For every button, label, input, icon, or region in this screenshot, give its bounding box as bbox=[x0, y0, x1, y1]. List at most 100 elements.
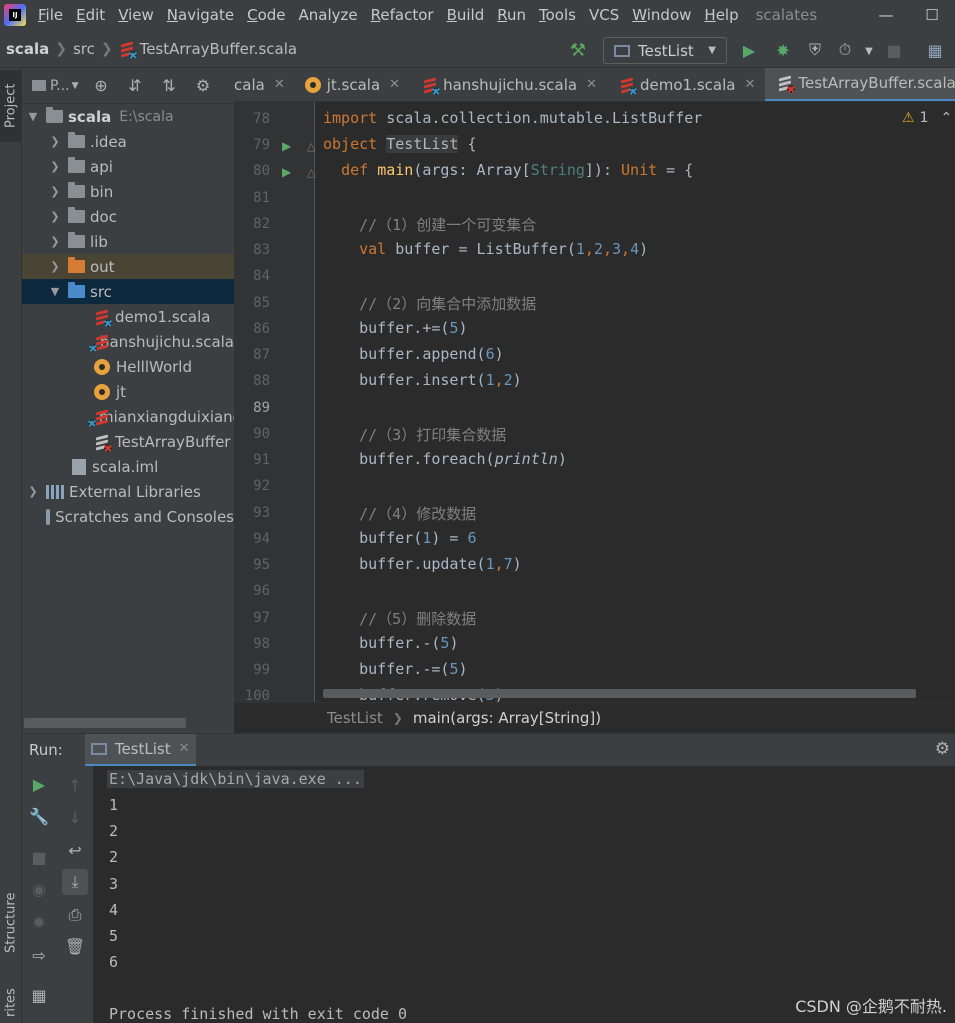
menu-file[interactable]: File bbox=[38, 6, 63, 24]
line-number: 93 bbox=[253, 505, 270, 521]
soft-wrap-icon[interactable]: ↩ bbox=[64, 839, 86, 861]
code-editor[interactable]: import scala.collection.mutable.ListBuff… bbox=[316, 102, 955, 702]
project-structure-icon[interactable]: ▦ bbox=[924, 39, 946, 61]
editor-horizontal-scrollbar[interactable] bbox=[323, 689, 916, 698]
coverage-icon[interactable]: ⛨ bbox=[804, 39, 826, 61]
menu-label: un bbox=[506, 6, 526, 24]
console-command-line: E:\Java\jdk\bin\java.exe ... bbox=[107, 770, 364, 788]
layout-icon[interactable]: ▦ bbox=[28, 984, 50, 1006]
run-icon[interactable]: ▶ bbox=[738, 39, 760, 61]
close-icon[interactable]: ✕ bbox=[274, 77, 285, 92]
tree-item-jt[interactable]: jt bbox=[22, 379, 234, 404]
code-line-98: buffer.-(5) bbox=[359, 634, 459, 652]
tree-item-label: TestArrayBuffer bbox=[115, 432, 231, 451]
print-icon[interactable]: ⎙ bbox=[64, 904, 86, 926]
code-line-79: object TestList { bbox=[323, 135, 477, 153]
tree-item-api[interactable]: ❯ api bbox=[22, 154, 234, 179]
scala-object-icon bbox=[94, 383, 110, 400]
build-hammer-icon[interactable]: ⚒ bbox=[567, 39, 589, 61]
tree-item-lib[interactable]: ❯ lib bbox=[22, 229, 234, 254]
trash-icon[interactable]: 🗑 bbox=[64, 935, 86, 957]
tree-item-src[interactable]: ▼ src bbox=[22, 279, 234, 304]
rerun-icon[interactable]: ▶ bbox=[28, 773, 50, 795]
tab-hanshujichu[interactable]: hanshujichu.scala ✕ bbox=[410, 68, 607, 101]
menu-vcs[interactable]: VCS bbox=[589, 6, 619, 24]
fold-icon[interactable]: △ bbox=[307, 140, 315, 153]
breadcrumb-method[interactable]: main(args: Array[String]) bbox=[413, 709, 601, 727]
profile-icon[interactable]: ⏱ bbox=[834, 39, 856, 61]
tab-jt[interactable]: jt.scala ✕ bbox=[295, 68, 410, 101]
tree-item-scratches[interactable]: Scratches and Consoles bbox=[22, 504, 234, 529]
gear-icon[interactable]: ⚙ bbox=[186, 68, 220, 104]
maximize-icon[interactable]: ☐ bbox=[909, 0, 955, 30]
gear-icon[interactable]: ⚙ bbox=[935, 739, 950, 759]
menu-help[interactable]: Help bbox=[704, 6, 738, 24]
exit-icon[interactable]: ⇨ bbox=[28, 944, 50, 966]
menu-analyze[interactable]: Analyze bbox=[299, 6, 358, 24]
tree-item-doc[interactable]: ❯ doc bbox=[22, 204, 234, 229]
close-icon[interactable]: ✕ bbox=[586, 77, 597, 92]
structure-tool-tab[interactable]: Structure bbox=[0, 878, 22, 968]
menu-edit[interactable]: Edit bbox=[76, 6, 105, 24]
tree-item-external-libraries[interactable]: ❯ External Libraries bbox=[22, 479, 234, 504]
tree-item-scala-iml[interactable]: scala.iml bbox=[22, 454, 234, 479]
more-run-options-icon[interactable]: ▼ bbox=[858, 40, 880, 62]
project-view-select[interactable]: P... ▼ bbox=[22, 68, 84, 104]
run-gutter-icon[interactable]: ▶ bbox=[282, 139, 291, 153]
folder-icon bbox=[68, 232, 85, 248]
project-tool-tab[interactable]: Project bbox=[0, 70, 22, 142]
menu-run[interactable]: Run bbox=[497, 6, 526, 24]
module-file-icon bbox=[72, 458, 86, 475]
breadcrumb-object[interactable]: TestList bbox=[327, 709, 383, 727]
menu-window[interactable]: Window bbox=[632, 6, 691, 24]
nav-crumb-folder[interactable]: src bbox=[67, 40, 101, 58]
favorites-tool-tab[interactable]: rites bbox=[0, 983, 22, 1023]
nav-crumb-project[interactable]: scala bbox=[0, 40, 55, 58]
menu-code[interactable]: Code bbox=[247, 6, 285, 24]
scroll-to-end-icon[interactable]: ⤓ bbox=[62, 869, 88, 895]
console-output-line: 5 bbox=[109, 927, 119, 945]
debug-icon[interactable]: ✸ bbox=[772, 39, 794, 61]
tree-item-mianxiangduixiang[interactable]: mianxiangduixiang bbox=[22, 404, 234, 429]
tree-item-demo1[interactable]: demo1.scala bbox=[22, 304, 234, 329]
run-tab-testlist[interactable]: TestList ✕ bbox=[84, 733, 196, 767]
tree-item-bin[interactable]: ❯ bin bbox=[22, 179, 234, 204]
menu-build[interactable]: Build bbox=[447, 6, 485, 24]
menu-refactor[interactable]: Refactor bbox=[371, 6, 434, 24]
close-icon[interactable]: ✕ bbox=[389, 77, 400, 92]
tree-item-scala-root[interactable]: ▼ scala E:\scala bbox=[22, 104, 234, 129]
tab-testarraybuffer[interactable]: TestArrayBuffer.scala ✕ bbox=[765, 68, 955, 101]
line-number: 94 bbox=[253, 531, 270, 547]
chevron-up-icon[interactable]: ⌃ bbox=[940, 110, 952, 126]
fold-icon[interactable]: △ bbox=[307, 166, 315, 179]
project-panel-scrollbar[interactable] bbox=[24, 718, 186, 728]
locate-file-icon[interactable]: ⊕ bbox=[84, 68, 118, 104]
menu-navigate[interactable]: Navigate bbox=[167, 6, 234, 24]
menu-label: elp bbox=[715, 6, 739, 24]
collapse-all-icon[interactable]: ⇅ bbox=[152, 68, 186, 104]
project-panel: P... ▼ ⊕ ⇵ ⇅ ⚙ ▼ scala E:\scala ❯ .idea … bbox=[22, 68, 234, 733]
window-title: scalates bbox=[755, 6, 818, 24]
nav-crumb-file[interactable]: TestArrayBuffer.scala bbox=[113, 40, 303, 59]
close-icon[interactable]: ✕ bbox=[744, 77, 755, 92]
wrench-icon[interactable]: 🔧 bbox=[28, 805, 50, 827]
tree-item-hellworld[interactable]: HelllWorld bbox=[22, 354, 234, 379]
run-configuration-select[interactable]: TestList ▼ bbox=[603, 37, 727, 64]
inspection-widget[interactable]: ⚠ 1 ⌃ bbox=[902, 110, 952, 126]
menu-tools[interactable]: Tools bbox=[539, 6, 576, 24]
tree-item-idea[interactable]: ❯ .idea bbox=[22, 129, 234, 154]
tree-item-hanshujichu[interactable]: hanshujichu.scala bbox=[22, 329, 234, 354]
minimize-icon[interactable]: — bbox=[863, 0, 909, 30]
chevron-right-icon: ❯ bbox=[50, 260, 60, 273]
close-icon[interactable]: ✕ bbox=[179, 741, 190, 756]
run-console[interactable]: E:\Java\jdk\bin\java.exe ... 1 2 2 3 4 5… bbox=[94, 766, 955, 1023]
run-gutter-icon[interactable]: ▶ bbox=[282, 165, 291, 179]
menu-view[interactable]: View bbox=[118, 6, 154, 24]
editor-tabs: cala ✕ jt.scala ✕ hanshujichu.scala ✕ de… bbox=[234, 68, 955, 102]
tab-demo1[interactable]: demo1.scala ✕ bbox=[607, 68, 765, 101]
tree-item-out[interactable]: ❯ out bbox=[22, 254, 234, 279]
expand-all-icon[interactable]: ⇵ bbox=[118, 68, 152, 104]
tree-item-testarraybuffer[interactable]: TestArrayBuffer bbox=[22, 429, 234, 454]
tab-cala[interactable]: cala ✕ bbox=[234, 68, 295, 101]
chevron-right-icon: ❯ bbox=[55, 40, 67, 57]
